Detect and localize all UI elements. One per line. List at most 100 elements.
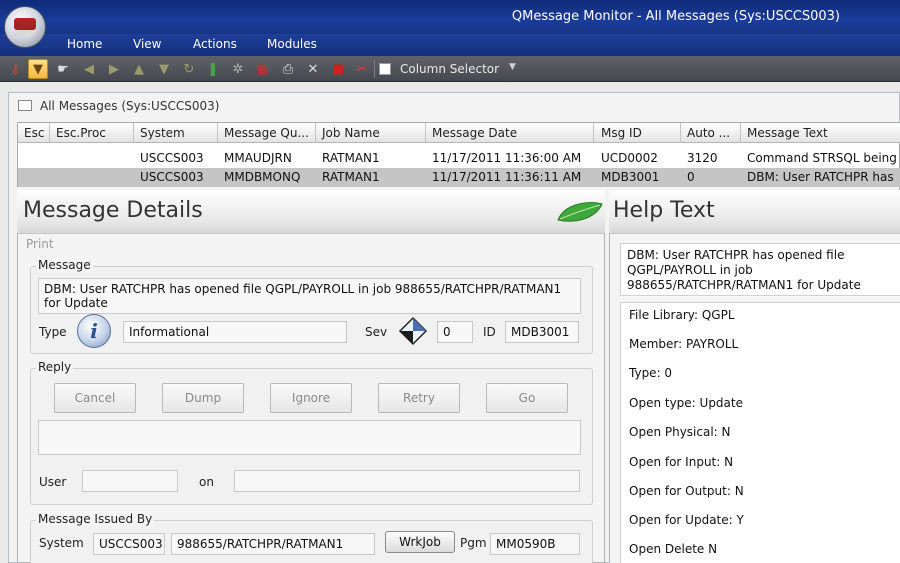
delete-record-icon[interactable]: ■ <box>328 59 348 79</box>
cell-message-date: 11/17/2011 11:36:11 AM <box>432 170 582 184</box>
arrow-down-icon[interactable]: ▼ <box>154 59 174 79</box>
column-selector-label[interactable]: Column Selector <box>400 62 499 76</box>
chevron-down-icon[interactable]: ▼ <box>509 62 516 72</box>
help-line: Open Delete N <box>629 542 718 556</box>
help-line: Open for Input: N <box>629 455 734 469</box>
arrow-right-icon[interactable]: ▶ <box>104 59 124 79</box>
column-divider[interactable] <box>740 123 741 143</box>
dump-button[interactable]: Dump <box>162 383 244 413</box>
grid-header: Esc Esc.Proc System Message Qu... Job Na… <box>18 123 900 143</box>
id-label: ID <box>483 325 496 339</box>
on-field[interactable] <box>234 470 580 492</box>
cell-system: USCCS003 <box>140 151 204 165</box>
help-text-message: DBM: User RATCHPR has opened file QGPL/P… <box>620 243 900 296</box>
system-label: System <box>39 536 84 550</box>
column-header-esc-proc[interactable]: Esc.Proc <box>56 126 106 140</box>
type-label: Type <box>39 325 67 339</box>
scissors-icon[interactable]: ✂ <box>352 59 372 79</box>
message-details-title: Message Details <box>23 198 203 223</box>
user-field[interactable] <box>82 470 178 492</box>
user-label: User <box>39 475 67 489</box>
id-field[interactable]: MDB3001 <box>505 321 579 343</box>
column-divider[interactable] <box>425 123 426 143</box>
table-row-selected[interactable]: USCCS003 MMDBMONQ RATMAN1 11/17/2011 11:… <box>18 168 900 187</box>
column-divider[interactable] <box>593 123 594 143</box>
refresh-icon[interactable]: ↻ <box>179 59 199 79</box>
key-icon[interactable]: ⚷ <box>5 59 25 79</box>
bookmark-icon[interactable]: ❚ <box>203 59 223 79</box>
menu-view[interactable]: View <box>133 37 161 51</box>
cell-msg-id: UCD0002 <box>601 151 658 165</box>
cancel-button[interactable]: Cancel <box>54 383 136 413</box>
go-button[interactable]: Go <box>486 383 568 413</box>
reply-text-field[interactable] <box>38 420 581 455</box>
messages-grid: Esc Esc.Proc System Message Qu... Job Na… <box>17 122 900 187</box>
wrench-icon[interactable]: ✕ <box>303 59 323 79</box>
help-line: Open for Output: N <box>629 484 744 498</box>
wrkjob-button[interactable]: WrkJob <box>385 531 455 553</box>
column-header-message-queue[interactable]: Message Qu... <box>224 126 309 140</box>
menu-home[interactable]: Home <box>67 37 102 51</box>
severity-icon <box>398 316 428 346</box>
pgm-label: Pgm <box>460 536 487 550</box>
column-header-msg-id[interactable]: Msg ID <box>601 126 642 140</box>
column-divider[interactable] <box>315 123 316 143</box>
retry-button[interactable]: Retry <box>378 383 460 413</box>
column-header-message-text[interactable]: Message Text <box>747 126 828 140</box>
system-field[interactable]: USCCS003 <box>93 533 165 555</box>
column-selector-checkbox[interactable] <box>379 63 391 75</box>
column-header-message-date[interactable]: Message Date <box>432 126 517 140</box>
app-menu-orb[interactable] <box>4 6 46 48</box>
help-line: Open for Update: Y <box>629 513 744 527</box>
cell-job-name: RATMAN1 <box>322 151 380 165</box>
panel-title: All Messages (Sys:USCCS003) <box>40 99 220 113</box>
arrow-up-icon[interactable]: ▲ <box>129 59 149 79</box>
help-line: Open type: Update <box>629 396 743 410</box>
filter-icon[interactable]: ▼ <box>28 59 48 79</box>
sev-field[interactable]: 0 <box>437 321 473 343</box>
message-text-field[interactable]: DBM: User RATCHPR has opened file QGPL/P… <box>38 278 581 314</box>
cell-message-text: Command STRSQL being <box>747 151 897 165</box>
column-divider[interactable] <box>49 123 50 143</box>
column-header-job-name[interactable]: Job Name <box>322 126 380 140</box>
help-text-title: Help Text <box>613 198 715 223</box>
title-bar: QMessage Monitor - All Messages (Sys:USC… <box>0 0 900 34</box>
toolbar-separator <box>374 60 375 78</box>
menu-actions[interactable]: Actions <box>193 37 237 51</box>
message-issued-by-label: Message Issued By <box>36 512 155 526</box>
menu-modules[interactable]: Modules <box>267 37 317 51</box>
tools-icon[interactable]: ✲ <box>228 59 248 79</box>
message-group-label: Message <box>36 258 93 272</box>
help-line: Member: PAYROLL <box>629 337 739 351</box>
printer-icon[interactable]: ⎙ <box>278 59 298 79</box>
leaf-logo-icon <box>557 202 603 222</box>
document-icon <box>18 100 32 111</box>
pgm-field[interactable]: MM0590B <box>490 533 580 555</box>
column-header-system[interactable]: System <box>140 126 185 140</box>
column-header-auto[interactable]: Auto ... <box>687 126 730 140</box>
cell-message-queue: MMAUDJRN <box>224 151 292 165</box>
printer-stack-icon[interactable]: ▦ <box>253 59 273 79</box>
column-header-esc[interactable]: Esc <box>24 126 44 140</box>
cell-message-date: 11/17/2011 11:36:00 AM <box>432 151 582 165</box>
table-row[interactable]: USCCS003 MMAUDJRN RATMAN1 11/17/2011 11:… <box>18 149 900 168</box>
ignore-button[interactable]: Ignore <box>270 383 352 413</box>
hand-icon[interactable]: ☛ <box>53 59 73 79</box>
column-divider[interactable] <box>217 123 218 143</box>
print-button[interactable]: Print <box>26 237 54 251</box>
on-label: on <box>199 475 214 489</box>
job-field[interactable]: 988655/RATCHPR/RATMAN1 <box>171 533 375 555</box>
arrow-left-icon[interactable]: ◀ <box>79 59 99 79</box>
cell-message-text: DBM: User RATCHPR has <box>747 170 894 184</box>
help-line: Open Physical: N <box>629 425 731 439</box>
cell-job-name: RATMAN1 <box>322 170 380 184</box>
type-field[interactable]: Informational <box>123 321 347 343</box>
column-divider[interactable] <box>680 123 681 143</box>
cell-auto: 3120 <box>687 151 718 165</box>
help-line: File Library: QGPL <box>629 308 735 322</box>
cell-auto: 0 <box>687 170 695 184</box>
column-divider[interactable] <box>133 123 134 143</box>
window-title: QMessage Monitor - All Messages (Sys:USC… <box>511 9 840 24</box>
cell-msg-id: MDB3001 <box>601 170 660 184</box>
information-icon: i <box>77 314 111 348</box>
